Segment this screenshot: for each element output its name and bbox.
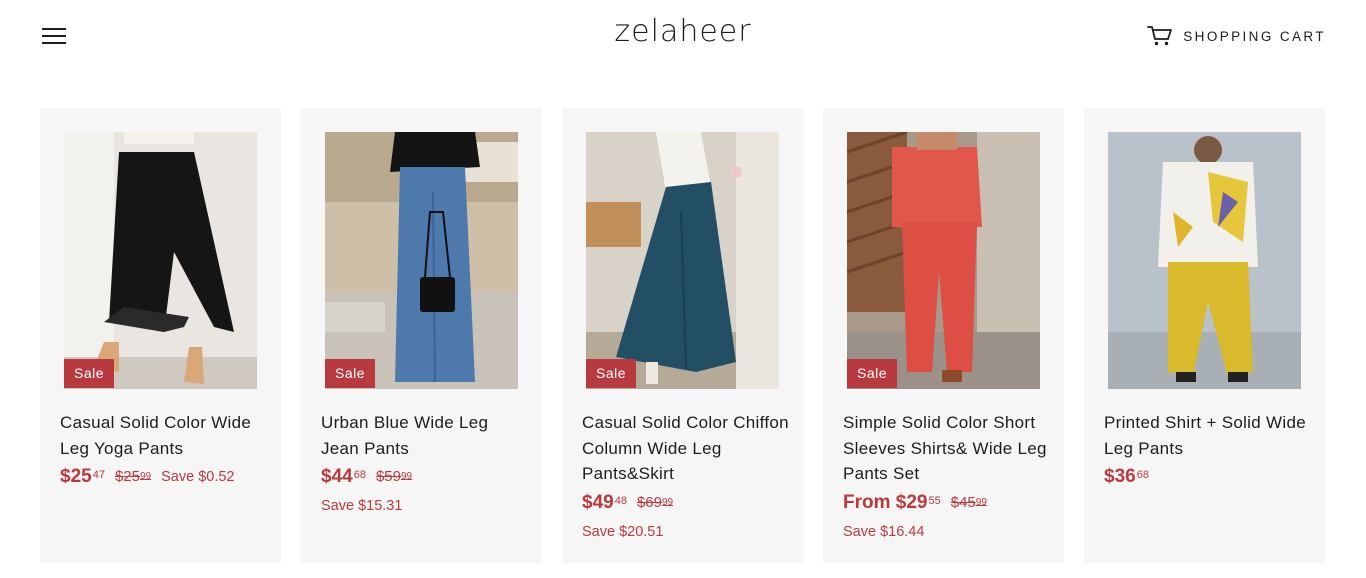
product-title[interactable]: Simple Solid Color Short Sleeves Shirts&… [843,410,1051,487]
product-grid: Sale Casual Solid Color Wide Leg Yoga Pa… [40,108,1325,563]
product-card[interactable]: Printed Shirt + Solid Wide Leg Pants $36… [1084,108,1325,563]
save-amount: Save $15.31 [321,498,403,514]
shopping-cart-icon [1147,26,1173,46]
save-amount: Save $0.52 [161,469,235,485]
product-image[interactable] [1108,132,1301,389]
product-title[interactable]: Casual Solid Color Chiffon Column Wide L… [582,410,790,487]
product-title[interactable]: Urban Blue Wide Leg Jean Pants [321,410,529,461]
product-image[interactable] [586,132,779,389]
sale-badge: Sale [64,359,115,388]
save-amount: Save $16.44 [843,523,925,540]
site-logo[interactable]: zelaheer [583,14,783,49]
product-card[interactable]: Sale Simple Solid Color Short Sleeves Sh… [823,108,1064,563]
compare-price: $2599 [114,468,152,485]
product-card[interactable]: Sale Casual Solid Color Wide Leg Yoga Pa… [40,108,281,563]
product-image[interactable] [847,132,1040,389]
shopping-cart-label: SHOPPING CART [1183,28,1326,44]
compare-price: $5999 [375,468,413,485]
compare-price: $4599 [950,493,987,511]
product-price: From $2955 [843,491,941,513]
hamburger-menu-icon[interactable] [40,24,68,48]
product-image[interactable] [325,132,518,389]
product-price: $4468 [321,466,366,487]
product-image[interactable] [64,132,257,389]
product-price: $3668 [1104,466,1149,487]
product-title[interactable]: Printed Shirt + Solid Wide Leg Pants [1104,410,1312,461]
product-card[interactable]: Sale Casual Solid Color Chiffon Column W… [562,108,803,563]
shopping-cart-link[interactable]: SHOPPING CART [1147,24,1326,48]
product-price: $2547 [60,466,105,487]
product-title[interactable]: Casual Solid Color Wide Leg Yoga Pants [60,410,268,461]
sale-badge: Sale [325,359,376,388]
product-card[interactable]: Sale Urban Blue Wide Leg Jean Pants $446… [301,108,542,563]
compare-price: $6999 [636,493,674,511]
sale-badge: Sale [586,359,637,388]
save-amount: Save $20.51 [582,523,664,540]
sale-badge: Sale [847,359,898,388]
product-price: $4948 [582,491,627,513]
site-header: zelaheer SHOPPING CART [0,0,1366,72]
